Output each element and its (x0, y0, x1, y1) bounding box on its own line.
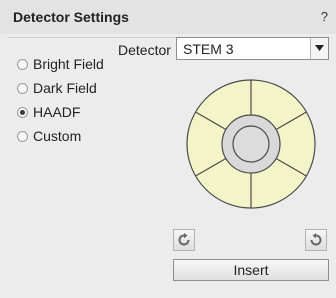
radio-custom[interactable]: Custom (17, 127, 81, 145)
detector-dropdown-button[interactable] (310, 38, 328, 59)
detector-bright-field-disk (232, 125, 270, 163)
help-button[interactable]: ? (321, 9, 328, 24)
radio-label-dark-field: Dark Field (33, 80, 97, 96)
radio-button[interactable] (17, 106, 28, 118)
detector-segment-diagram (186, 79, 316, 209)
radio-dark-field[interactable]: Dark Field (17, 79, 97, 97)
detector-select[interactable]: STEM 3 (176, 37, 329, 60)
radio-label-bright-field: Bright Field (33, 56, 104, 72)
insert-button[interactable]: Insert (173, 259, 329, 281)
radio-label-custom: Custom (33, 128, 82, 144)
radio-bright-field[interactable]: Bright Field (17, 55, 104, 73)
panel-title: Detector Settings (13, 9, 129, 25)
panel-header: Detector Settings ? (0, 0, 336, 34)
rotate-clockwise-icon (310, 233, 322, 246)
radio-haadf[interactable]: HAADF (17, 103, 80, 121)
detector-select-value: STEM 3 (183, 41, 234, 57)
detector-label: Detector (118, 42, 171, 58)
detector-settings-panel: Detector Settings ? Detector STEM 3 Brig… (0, 0, 336, 298)
radio-button[interactable] (17, 130, 28, 142)
rotate-counterclockwise-icon (178, 233, 190, 246)
rotate-right-button[interactable] (305, 229, 327, 251)
radio-label-haadf: HAADF (33, 104, 81, 120)
radio-button[interactable] (17, 82, 28, 94)
rotate-left-button[interactable] (173, 229, 195, 251)
chevron-down-icon (315, 45, 324, 51)
radio-button[interactable] (17, 58, 28, 70)
